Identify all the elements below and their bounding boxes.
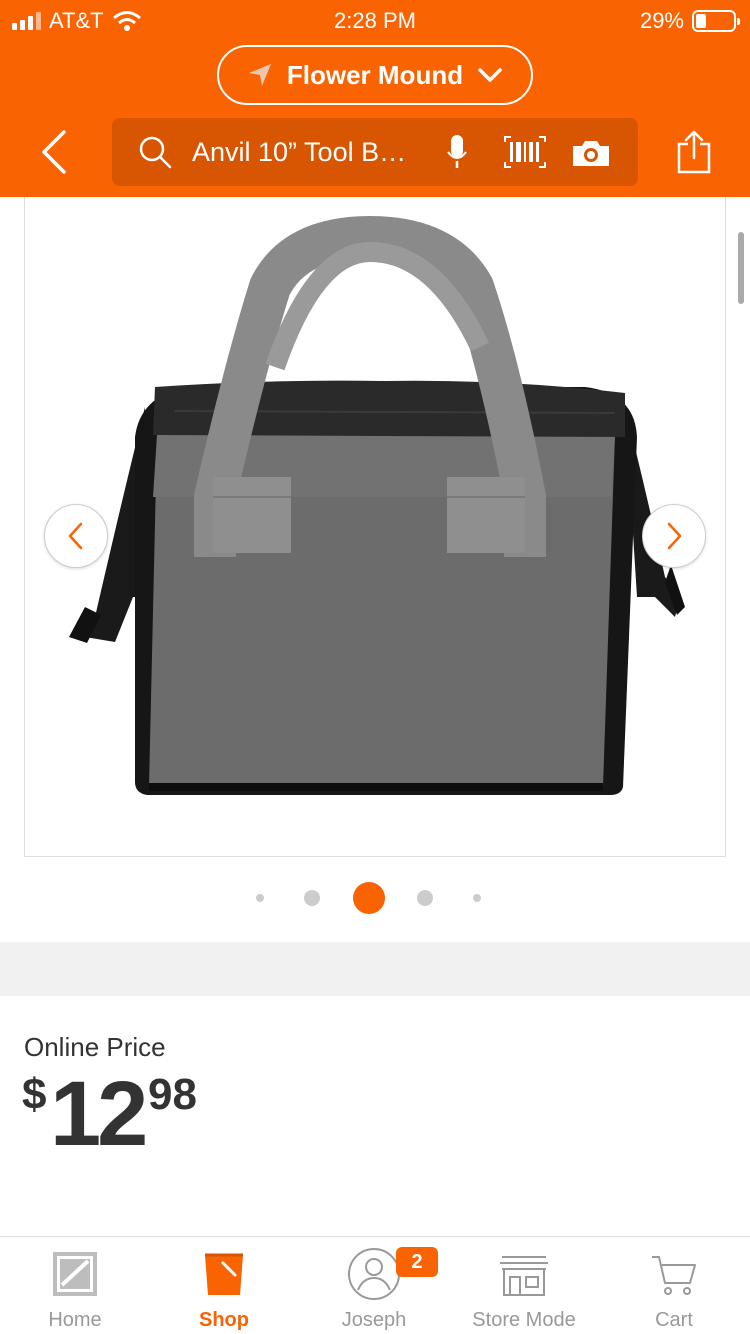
barcode-icon[interactable] xyxy=(504,136,546,168)
pagination-dot-active[interactable] xyxy=(353,882,385,914)
search-input[interactable]: Anvil 10” Tool B… xyxy=(192,137,428,168)
location-arrow-icon xyxy=(248,64,271,86)
pagination-dot[interactable] xyxy=(473,894,481,902)
user-icon xyxy=(348,1248,400,1300)
back-chevron-icon[interactable] xyxy=(32,128,76,176)
store-icon xyxy=(500,1256,548,1296)
camera-icon[interactable] xyxy=(572,138,610,168)
bucket-icon xyxy=(205,1253,243,1295)
battery-percent: 29% xyxy=(639,8,684,33)
bottom-tab-bar: Home Shop Joseph 2 Store Mode Cart xyxy=(0,1236,750,1334)
tab-label: Joseph xyxy=(341,1309,407,1331)
search-icon xyxy=(139,136,172,169)
scrollbar[interactable] xyxy=(738,232,744,304)
tab-label: Cart xyxy=(655,1309,693,1331)
price-cents: 98 xyxy=(148,1070,197,1119)
pagination-dot[interactable] xyxy=(304,890,320,906)
cart-icon xyxy=(652,1256,696,1295)
tab-label: Store Mode xyxy=(472,1309,576,1331)
price-currency: $ xyxy=(22,1070,47,1119)
previous-image-button[interactable] xyxy=(44,504,108,568)
product-image-gallery[interactable] xyxy=(24,197,726,857)
store-name: Flower Mound xyxy=(286,59,464,90)
next-image-button[interactable] xyxy=(642,504,706,568)
pagination-dot[interactable] xyxy=(256,894,264,902)
tab-store-mode[interactable]: Store Mode xyxy=(449,1237,599,1334)
share-icon[interactable] xyxy=(676,130,712,174)
chevron-left-icon xyxy=(68,522,83,550)
image-pagination[interactable] xyxy=(0,878,750,918)
home-depot-logo-icon xyxy=(53,1252,97,1296)
store-selector[interactable]: Flower Mound xyxy=(217,45,533,105)
microphone-icon[interactable] xyxy=(446,134,468,170)
tab-label: Shop xyxy=(199,1309,249,1331)
section-divider xyxy=(0,942,750,996)
search-bar[interactable]: Anvil 10” Tool B… xyxy=(112,118,638,186)
tab-label: Home xyxy=(48,1309,102,1331)
chevron-down-icon xyxy=(478,68,502,82)
price-label: Online Price xyxy=(24,1032,166,1062)
tab-home[interactable]: Home xyxy=(0,1237,150,1334)
tab-cart[interactable]: Cart xyxy=(599,1237,749,1334)
status-bar: AT&T 2:28 PM 29% xyxy=(0,0,750,40)
notification-badge: 2 xyxy=(396,1247,438,1277)
chevron-right-icon xyxy=(667,522,682,550)
clock: 2:28 PM xyxy=(334,8,416,33)
app-header: AT&T 2:28 PM 29% Flower Mound Anvil 10” … xyxy=(0,0,750,197)
battery-icon xyxy=(692,10,740,32)
price-dollars: 12 xyxy=(50,1063,148,1165)
product-image xyxy=(69,216,685,795)
pagination-dot[interactable] xyxy=(417,890,433,906)
tab-shop[interactable]: Shop xyxy=(149,1237,299,1334)
